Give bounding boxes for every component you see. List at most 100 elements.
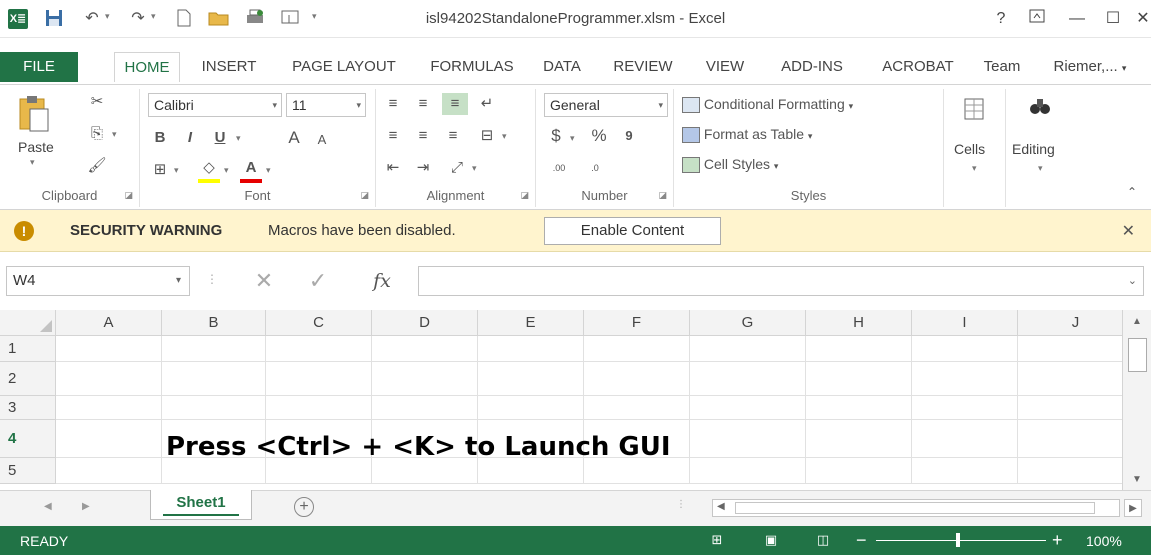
open-folder-icon[interactable]	[208, 9, 230, 29]
user-account[interactable]: Riemer,... ▾	[1036, 52, 1144, 82]
row-header-3[interactable]: 3	[0, 396, 56, 420]
merge-center-icon[interactable]: ⊟	[476, 125, 498, 147]
orientation-dropdown-icon[interactable]: ▾	[472, 163, 477, 174]
sheet-tab-sheet1[interactable]: Sheet1	[150, 490, 252, 520]
font-name-combo[interactable]: Calibri ▾	[148, 93, 282, 117]
column-header-a[interactable]: A	[56, 310, 162, 336]
font-size-combo[interactable]: 11 ▾	[286, 93, 366, 117]
horizontal-scrollbar[interactable]: ◀	[712, 499, 1120, 517]
cell-h2[interactable]	[806, 362, 912, 396]
align-right-icon[interactable]: ≡	[442, 125, 464, 147]
cell-e1[interactable]	[478, 336, 584, 362]
cell-i4[interactable]	[912, 420, 1018, 458]
name-box[interactable]: W4 ▾	[6, 266, 190, 296]
font-launcher-icon[interactable]: ◪	[360, 190, 369, 201]
percent-button[interactable]: %	[588, 125, 610, 147]
column-header-e[interactable]: E	[478, 310, 584, 336]
collapse-ribbon-icon[interactable]: ⌃	[1122, 181, 1142, 203]
font-color-dropdown-icon[interactable]: ▾	[266, 165, 271, 176]
cell-c2[interactable]	[266, 362, 372, 396]
prev-sheet-icon[interactable]: ◀	[44, 501, 52, 512]
select-all-corner[interactable]	[0, 310, 56, 336]
align-left-icon[interactable]: ≡	[382, 125, 404, 147]
font-color-button[interactable]: A	[240, 157, 262, 183]
redo-dropdown-icon[interactable]: ▾	[151, 11, 156, 22]
cell-j3[interactable]	[1018, 396, 1122, 420]
merge-dropdown-icon[interactable]: ▾	[502, 131, 507, 142]
borders-icon[interactable]: ⊞	[150, 159, 170, 181]
cell-a2[interactable]	[56, 362, 162, 396]
editing-label[interactable]: Editing	[1012, 141, 1055, 157]
column-header-d[interactable]: D	[372, 310, 478, 336]
editing-dropdown-icon[interactable]: ▾	[1038, 163, 1043, 174]
horizontal-scroll-thumb[interactable]	[735, 502, 1095, 514]
cell-i3[interactable]	[912, 396, 1018, 420]
paste-label[interactable]: Paste	[18, 139, 54, 155]
cell-j5[interactable]	[1018, 458, 1122, 484]
cell-b2[interactable]	[162, 362, 266, 396]
tab-formulas[interactable]: FORMULAS	[416, 52, 528, 82]
vertical-scroll-thumb[interactable]	[1128, 338, 1147, 372]
zoom-out-button[interactable]: −	[856, 530, 867, 551]
tab-file[interactable]: FILE	[0, 52, 78, 82]
tab-data[interactable]: DATA	[530, 52, 594, 82]
tab-review[interactable]: REVIEW	[598, 52, 688, 82]
enable-content-button[interactable]: Enable Content	[544, 217, 721, 245]
column-header-g[interactable]: G	[690, 310, 806, 336]
vertical-scrollbar[interactable]: ▲ ▼	[1122, 310, 1151, 490]
wrap-text-icon[interactable]: ↵	[476, 93, 498, 115]
increase-decimal-button[interactable]: .00	[544, 157, 574, 179]
row-header-5[interactable]: 5	[0, 458, 56, 484]
currency-button[interactable]: $	[548, 125, 564, 147]
tab-home[interactable]: HOME	[114, 52, 180, 82]
cells-dropdown-icon[interactable]: ▾	[972, 163, 977, 174]
align-center-icon[interactable]: ≡	[412, 125, 434, 147]
scroll-down-icon[interactable]: ▼	[1129, 472, 1145, 488]
cell-h5[interactable]	[806, 458, 912, 484]
splitter-icon[interactable]: ⋮	[676, 499, 686, 510]
find-binoculars-icon[interactable]	[1026, 95, 1054, 124]
undo-icon[interactable]: ↶	[82, 9, 102, 29]
column-header-h[interactable]: H	[806, 310, 912, 336]
maximize-icon[interactable]: ☐	[1100, 6, 1126, 32]
underline-dropdown-icon[interactable]: ▾	[236, 133, 241, 144]
cell-b1[interactable]	[162, 336, 266, 362]
cell-a4[interactable]	[56, 420, 162, 458]
column-header-f[interactable]: F	[584, 310, 690, 336]
insert-function-button[interactable]: fx	[352, 266, 412, 296]
page-break-preview-icon[interactable]: ◫	[814, 532, 832, 548]
bold-button[interactable]: B	[150, 127, 170, 149]
cell-i1[interactable]	[912, 336, 1018, 362]
cell-f2[interactable]	[584, 362, 690, 396]
bottom-align-icon[interactable]: ≡	[442, 93, 468, 115]
number-launcher-icon[interactable]: ◪	[658, 190, 667, 201]
cell-b4-text[interactable]: Press <Ctrl> + <K> to Launch GUI	[166, 432, 671, 462]
cell-g3[interactable]	[690, 396, 806, 420]
zoom-slider[interactable]	[876, 540, 1046, 541]
cell-g4[interactable]	[690, 420, 806, 458]
tab-add-ins[interactable]: ADD-INS	[762, 52, 862, 82]
cut-icon[interactable]: ✂	[86, 91, 108, 113]
alignment-launcher-icon[interactable]: ◪	[520, 190, 529, 201]
next-sheet-icon[interactable]: ▶	[82, 501, 90, 512]
cell-b3[interactable]	[162, 396, 266, 420]
zoom-slider-thumb[interactable]	[956, 533, 960, 547]
cell-g1[interactable]	[690, 336, 806, 362]
increase-indent-icon[interactable]: ⇥	[412, 157, 434, 179]
scroll-right-icon[interactable]: ▶	[1124, 499, 1142, 517]
touch-mode-icon[interactable]	[280, 9, 302, 29]
cell-a1[interactable]	[56, 336, 162, 362]
comma-style-button[interactable]: 9	[618, 125, 640, 147]
orientation-icon[interactable]: ⤢	[446, 157, 468, 179]
save-icon[interactable]	[44, 9, 64, 29]
excel-logo-icon[interactable]: X≣	[8, 9, 28, 29]
scroll-left-icon[interactable]: ◀	[717, 501, 725, 512]
tab-page-layout[interactable]: PAGE LAYOUT	[276, 52, 412, 82]
copy-icon[interactable]: ⎘	[86, 123, 108, 145]
cell-h3[interactable]	[806, 396, 912, 420]
cell-styles-button[interactable]: Cell Styles ▾	[682, 153, 778, 177]
cells-label[interactable]: Cells	[954, 141, 985, 157]
column-header-i[interactable]: I	[912, 310, 1018, 336]
add-sheet-button[interactable]: +	[294, 497, 314, 517]
row-header-4[interactable]: 4	[0, 420, 56, 458]
